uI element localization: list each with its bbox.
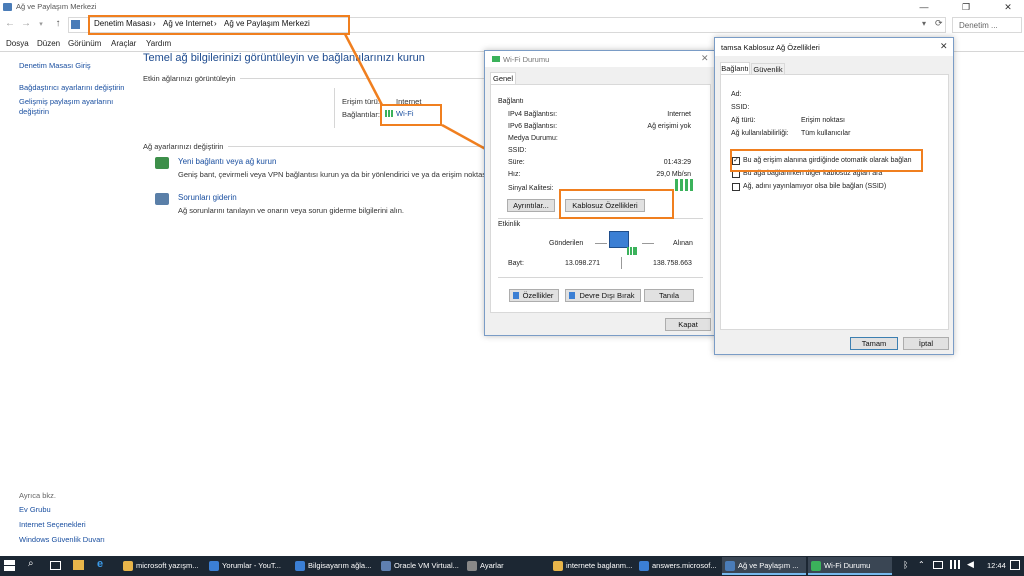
taskbar-item[interactable]: Bilgisayarım ağla... — [292, 557, 376, 575]
taskbar-item[interactable]: Ağ ve Paylaşım ... — [722, 557, 806, 575]
settings-icon — [467, 561, 477, 571]
received-label: Alınan — [673, 240, 693, 247]
virtualbox-icon — [381, 561, 391, 571]
network-center-icon — [725, 561, 735, 571]
availability-value: Tüm kullanıcılar — [801, 130, 851, 137]
tray-chevron-icon[interactable]: ⌃ — [918, 560, 925, 569]
properties-label: Özellikler — [522, 291, 554, 300]
ipv4-value: Internet — [667, 111, 691, 118]
taskbar-item[interactable]: internete baglanm... — [550, 557, 634, 575]
network-computer-icon — [609, 231, 629, 248]
bytes-label: Bayt: — [508, 260, 524, 267]
notifications-icon[interactable] — [1010, 560, 1020, 570]
wireless-properties-dialog: tamsa Kablosuz Ağ Özellikleri ✕ Bağlantı… — [714, 37, 954, 355]
ipv6-value: Ağ erişimi yok — [647, 123, 691, 130]
wifi-icon — [811, 561, 821, 571]
disable-button[interactable]: Devre Dışı Bırak — [565, 289, 641, 302]
name-label: Ad: — [731, 91, 742, 98]
taskbar-item[interactable]: Yorumlar - YouT... — [206, 557, 290, 575]
search-icon[interactable]: ⌕ — [28, 558, 34, 569]
network-type-value: Erişim noktası — [801, 117, 845, 124]
close-dialog-button[interactable]: Kapat — [665, 318, 711, 331]
highlight-wireless-properties — [559, 189, 674, 219]
task-view-icon[interactable] — [50, 561, 61, 570]
speed-label: Hız: — [508, 171, 521, 178]
duration-value: 01:43:29 — [663, 159, 691, 166]
divider — [498, 277, 703, 278]
media-state-label: Medya Durumu: — [508, 135, 558, 142]
activity-group-label: Etkinlik — [498, 221, 521, 228]
file-explorer-icon[interactable] — [73, 560, 84, 570]
wifi-tray-icon[interactable] — [950, 560, 960, 569]
bytes-sent-value: 13.098.271 — [565, 260, 601, 267]
ipv6-label: IPv6 Bağlantısı: — [508, 123, 558, 130]
availability-label: Ağ kullanılabilirliği: — [731, 130, 789, 137]
bluetooth-icon[interactable]: ᛒ — [903, 560, 908, 570]
disable-label: Devre Dışı Bırak — [579, 291, 635, 300]
ssid-label: SSID: — [731, 104, 750, 111]
battery-icon[interactable] — [933, 561, 943, 569]
highlight-auto-connect — [730, 149, 923, 172]
divider — [621, 257, 622, 269]
bytes-received-value: 138.758.663 — [653, 260, 692, 267]
duration-label: Süre: — [508, 159, 525, 166]
signal-label: Sinyal Kalitesi: — [508, 185, 554, 192]
shield-icon — [513, 292, 519, 299]
hidden-ssid-checkbox[interactable] — [732, 183, 740, 191]
divider — [642, 243, 654, 244]
start-icon[interactable] — [4, 560, 15, 571]
dialog-title: tamsa Kablosuz Ağ Özellikleri — [721, 43, 820, 52]
taskbar-item[interactable]: answers.microsof... — [636, 557, 720, 575]
folder-icon — [123, 561, 133, 571]
close-icon[interactable]: ✕ — [940, 41, 948, 52]
network-type-label: Ağ türü: — [731, 117, 756, 124]
edge-icon[interactable]: e — [97, 558, 103, 570]
volume-icon[interactable]: ◀ — [967, 559, 974, 570]
browser-icon — [209, 561, 219, 571]
ipv4-label: IPv4 Bağlantısı: — [508, 111, 558, 118]
divider — [595, 243, 607, 244]
connection-group-label: Bağlantı — [498, 98, 524, 105]
wifi-icon — [492, 56, 500, 62]
hidden-ssid-label: Ağ, adını yayınlamıyor olsa bile bağlan … — [743, 183, 887, 190]
dialog-title: Wi-Fi Durumu — [503, 55, 550, 64]
taskbar-item[interactable]: Ayarlar — [464, 557, 548, 575]
speed-value: 29,0 Mb/sn — [656, 171, 691, 178]
ssid-label: SSID: — [508, 147, 527, 154]
properties-button[interactable]: Özellikler — [509, 289, 559, 302]
close-icon[interactable]: ✕ — [701, 53, 709, 64]
signal-bars-icon — [675, 179, 693, 191]
taskbar-item[interactable]: Oracle VM Virtual... — [378, 557, 462, 575]
browser-icon — [639, 561, 649, 571]
ok-button[interactable]: Tamam — [850, 337, 898, 350]
clock[interactable]: 12:44 — [987, 561, 1006, 570]
details-button[interactable]: Ayrıntılar... — [507, 199, 555, 212]
taskbar-item[interactable]: Wi-Fi Durumu — [808, 557, 892, 575]
taskbar-item[interactable]: microsoft yazışm... — [120, 557, 204, 575]
diagnose-button[interactable]: Tanıla — [644, 289, 694, 302]
sent-label: Gönderilen — [549, 240, 584, 247]
folder-icon — [553, 561, 563, 571]
browser-icon — [295, 561, 305, 571]
activity-signal-icon — [627, 247, 637, 255]
connection-panel — [720, 74, 949, 330]
shield-icon — [569, 292, 575, 299]
cancel-button[interactable]: İptal — [903, 337, 949, 350]
